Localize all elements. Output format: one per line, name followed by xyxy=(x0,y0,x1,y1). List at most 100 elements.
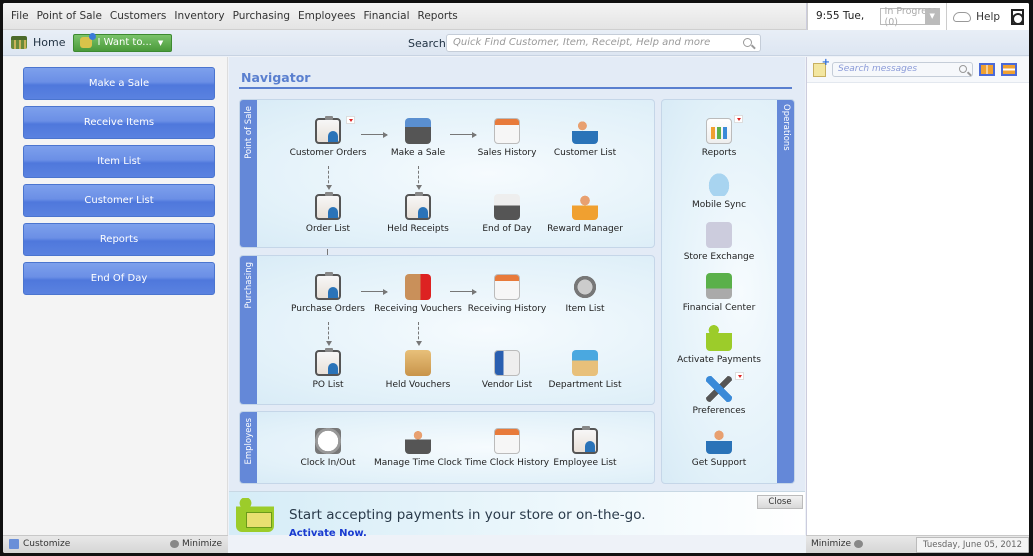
nav-item-list[interactable]: Item List xyxy=(540,274,630,314)
employee-list-icon xyxy=(572,426,598,454)
nav-reports[interactable]: Reports xyxy=(674,115,764,158)
section-tab: Operations xyxy=(777,100,794,483)
nav-store-exchange[interactable]: Store Exchange xyxy=(674,222,764,262)
nav-held-vouchers[interactable]: Held Vouchers xyxy=(373,350,463,390)
left-minimize-button[interactable]: Minimize xyxy=(167,539,222,549)
dropdown-badge-icon[interactable] xyxy=(346,116,355,124)
item-label: End of Day xyxy=(482,224,532,234)
held-vouchers-icon xyxy=(405,350,431,376)
menu-purchasing[interactable]: Purchasing xyxy=(229,10,294,22)
close-banner-button[interactable]: Close xyxy=(757,495,803,509)
po-list-icon xyxy=(315,348,341,376)
folder-icon xyxy=(572,350,598,376)
customer-list-button[interactable]: Customer List xyxy=(23,184,215,217)
right-minimize-button[interactable]: Minimize xyxy=(811,539,866,549)
nav-make-a-sale[interactable]: Make a Sale xyxy=(373,118,463,158)
dropdown-badge-icon[interactable] xyxy=(735,372,744,380)
make-a-sale-button[interactable]: Make a Sale xyxy=(23,67,215,100)
nav-customer-list[interactable]: Customer List xyxy=(540,118,630,158)
nav-end-of-day[interactable]: End of Day xyxy=(462,194,552,234)
nav-customer-orders[interactable]: Customer Orders xyxy=(283,116,373,158)
receive-items-button[interactable]: Receive Items xyxy=(23,106,215,139)
nav-reward-manager[interactable]: Reward Manager xyxy=(540,194,630,234)
new-message-icon[interactable] xyxy=(813,57,830,77)
search-icon[interactable] xyxy=(959,65,967,73)
vendor-card-icon xyxy=(494,350,520,376)
home-link[interactable]: Home xyxy=(33,36,65,49)
payments-icon xyxy=(706,325,732,351)
nav-manage-time-clock[interactable]: Manage Time Clock xyxy=(373,428,463,468)
dropdown-badge-icon[interactable] xyxy=(734,115,743,123)
section-label: Employees xyxy=(243,418,254,465)
end-of-day-button[interactable]: End Of Day xyxy=(23,262,215,295)
nav-sales-history[interactable]: Sales History xyxy=(462,118,552,158)
item-label: Get Support xyxy=(691,458,747,468)
menu-file[interactable]: File xyxy=(7,10,33,22)
flow-arrow xyxy=(450,131,477,138)
flow-arrow-down xyxy=(325,322,332,346)
nav-clock-in-out[interactable]: Clock In/Out xyxy=(283,428,373,468)
cloud-icon xyxy=(953,11,972,22)
nav-mobile-sync[interactable]: Mobile Sync xyxy=(674,170,764,210)
item-list-button[interactable]: Item List xyxy=(23,145,215,178)
help-button[interactable]: Help xyxy=(946,3,1006,30)
nav-po-list[interactable]: PO List xyxy=(283,348,373,390)
nav-held-receipts[interactable]: Held Receipts xyxy=(373,192,463,234)
nav-order-list[interactable]: Order List xyxy=(283,192,373,234)
reports-button[interactable]: Reports xyxy=(23,223,215,256)
customize-button[interactable]: Customize xyxy=(9,539,70,549)
flow-arrow-down xyxy=(415,166,422,190)
menu-financial[interactable]: Financial xyxy=(360,10,414,22)
support-person-icon xyxy=(706,428,732,454)
menu-bar: File Point of Sale Customers Inventory P… xyxy=(3,3,1029,49)
i-want-to-button[interactable]: I Want to... ▼ xyxy=(73,33,173,52)
i-want-to-label: I Want to... xyxy=(97,37,152,48)
flow-arrow-down xyxy=(325,166,332,190)
receiving-history-icon xyxy=(494,274,520,300)
messages-panel: Search messages xyxy=(806,57,1029,535)
window-mode-icon[interactable] xyxy=(1011,8,1024,25)
nav-financial-center[interactable]: Financial Center xyxy=(674,273,764,313)
item-label: Item List xyxy=(565,304,605,314)
menu-customers[interactable]: Customers xyxy=(106,10,170,22)
list-view-icon[interactable] xyxy=(1001,63,1017,76)
item-label: Reports xyxy=(701,148,737,158)
menu-employees[interactable]: Employees xyxy=(294,10,359,22)
split-view-icon[interactable] xyxy=(979,63,995,76)
item-label: PO List xyxy=(312,380,344,390)
item-label: Preferences xyxy=(692,406,746,416)
held-receipts-icon xyxy=(405,192,431,220)
nav-purchase-orders[interactable]: Purchase Orders xyxy=(283,272,373,314)
nav-activate-payments[interactable]: Activate Payments xyxy=(674,325,764,365)
flow-arrow xyxy=(361,131,388,138)
payments-banner: Start accepting payments in your store o… xyxy=(229,491,805,539)
search-messages-input[interactable]: Search messages xyxy=(832,62,973,77)
section-point-of-sale: Point of Sale Customer Orders Make a Sal… xyxy=(239,99,655,248)
sales-history-icon xyxy=(494,118,520,144)
messages-toolbar: Search messages xyxy=(807,57,1029,83)
item-label: Customer Orders xyxy=(289,148,367,158)
clock-display: 9:55 Tue, Jun 5 xyxy=(807,3,874,49)
nav-vendor-list[interactable]: Vendor List xyxy=(462,350,552,390)
chevron-down-icon[interactable]: ▼ xyxy=(925,9,940,24)
item-label: Order List xyxy=(305,224,351,234)
app-window: File Point of Sale Customers Inventory P… xyxy=(3,3,1029,553)
nav-time-clock-history[interactable]: Time Clock History xyxy=(462,428,552,468)
in-progress-select[interactable]: In Progress (0) ▼ xyxy=(879,6,941,28)
customize-label: Customize xyxy=(23,539,71,549)
quick-find-input[interactable]: Quick Find Customer, Item, Receipt, Help… xyxy=(446,34,761,52)
clock-icon xyxy=(315,428,341,454)
menu-point-of-sale[interactable]: Point of Sale xyxy=(33,10,106,22)
nav-get-support[interactable]: Get Support xyxy=(674,428,764,468)
search-icon[interactable] xyxy=(743,38,752,47)
activate-now-link[interactable]: Activate Now. xyxy=(289,528,367,539)
nav-preferences[interactable]: Preferences xyxy=(674,372,764,416)
menu-inventory[interactable]: Inventory xyxy=(170,10,228,22)
title-divider xyxy=(239,87,792,89)
store-icon[interactable] xyxy=(11,36,27,49)
banner-message: Start accepting payments in your store o… xyxy=(289,507,646,523)
menu-reports[interactable]: Reports xyxy=(414,10,462,22)
customer-orders-icon xyxy=(315,116,355,144)
nav-department-list[interactable]: Department List xyxy=(540,350,630,390)
nav-employee-list[interactable]: Employee List xyxy=(540,426,630,468)
